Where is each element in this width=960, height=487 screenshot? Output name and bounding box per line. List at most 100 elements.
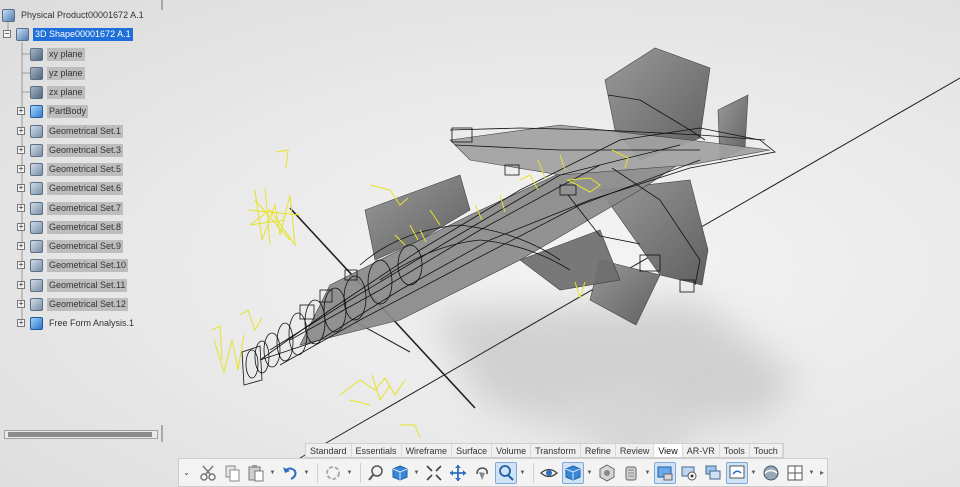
copy-icon[interactable] — [221, 462, 243, 484]
layout-icon[interactable] — [784, 462, 806, 484]
chevron-down-icon[interactable]: ▼ — [413, 470, 420, 476]
tree-node-geometrical-set[interactable]: + Geometrical Set.12 — [17, 296, 129, 312]
chevron-down-icon[interactable]: ▼ — [303, 470, 310, 476]
cut-icon[interactable] — [197, 462, 219, 484]
tab-view[interactable]: View — [654, 444, 683, 457]
tree-node-geometrical-set[interactable]: + Geometrical Set.8 — [17, 219, 124, 235]
render-style-icon[interactable] — [596, 462, 618, 484]
tab-wireframe[interactable]: Wireframe — [402, 444, 453, 457]
tab-refine[interactable]: Refine — [581, 444, 616, 457]
fit-all-icon[interactable] — [365, 462, 387, 484]
undo-icon[interactable] — [279, 462, 301, 484]
tree-node-free-form-analysis[interactable]: + Free Form Analysis.1 — [17, 315, 136, 331]
tab-review[interactable]: Review — [616, 444, 655, 457]
tree-node-partbody[interactable]: + PartBody — [17, 103, 89, 119]
panel-divider — [161, 0, 163, 10]
collapse-toggle[interactable]: − — [3, 30, 11, 38]
tab-standard[interactable]: Standard — [306, 444, 352, 457]
geometrical-set-icon — [30, 181, 43, 195]
tab-transform[interactable]: Transform — [531, 444, 581, 457]
expand-toggle[interactable]: + — [17, 319, 25, 327]
more-tools-icon[interactable]: ▸ — [820, 468, 824, 477]
rotate-icon[interactable] — [471, 462, 493, 484]
panel-divider — [161, 425, 163, 442]
expand-toggle[interactable]: + — [17, 261, 25, 269]
expand-toggle[interactable]: + — [17, 184, 25, 192]
multi-view-icon[interactable] — [702, 462, 724, 484]
chevron-down-icon[interactable]: ▼ — [808, 470, 815, 476]
expand-toggle[interactable]: + — [17, 223, 25, 231]
swap-visible-icon[interactable] — [654, 461, 676, 484]
expand-toggle[interactable]: + — [17, 204, 25, 212]
action-bar-toolbar: ⌄ ▼ ▼ ▼ ▼ ▼ ▼ ▼ ▼ ▼ ▸ — [178, 458, 828, 487]
reframe-icon[interactable] — [760, 462, 782, 484]
tab-ar-vr[interactable]: AR-VR — [683, 444, 720, 457]
tree-node-label: Geometrical Set.10 — [47, 258, 129, 272]
tree-node-geometrical-set[interactable]: + Geometrical Set.3 — [17, 142, 124, 158]
tree-node-label: PartBody — [47, 104, 89, 118]
expand-toggle[interactable]: + — [17, 300, 25, 308]
look-at-icon[interactable] — [538, 462, 560, 484]
tree-node-geometrical-set[interactable]: + Geometrical Set.5 — [17, 161, 124, 177]
tree-node-geometrical-set[interactable]: + Geometrical Set.9 — [17, 238, 124, 254]
update-icon[interactable] — [322, 462, 344, 484]
tree-node-zx-plane[interactable]: zx plane — [30, 84, 85, 100]
zoom-icon[interactable] — [495, 461, 517, 484]
tree-node-xy-plane[interactable]: xy plane — [30, 46, 85, 62]
hide-show-icon[interactable] — [620, 462, 642, 484]
tab-surface[interactable]: Surface — [452, 444, 493, 457]
tab-tools[interactable]: Tools — [720, 444, 750, 457]
tree-node-3d-shape[interactable]: − 3D Shape00001672 A.1 — [3, 26, 133, 42]
specification-tree: Physical Product00001672 A.1 − 3D Shape0… — [0, 0, 165, 345]
collapse-toolbar-icon[interactable]: ⌄ — [182, 468, 191, 477]
pan-icon[interactable] — [447, 462, 469, 484]
tree-node-physical-product[interactable]: Physical Product00001672 A.1 — [2, 7, 146, 23]
geometrical-set-icon — [30, 162, 43, 176]
capture-icon[interactable] — [678, 462, 700, 484]
expand-toggle[interactable]: + — [17, 107, 25, 115]
expand-toggle[interactable]: + — [17, 146, 25, 154]
tree-node-geometrical-set[interactable]: + Geometrical Set.10 — [17, 257, 129, 273]
expand-toggle[interactable]: + — [17, 281, 25, 289]
chevron-down-icon[interactable]: ▼ — [586, 470, 593, 476]
chevron-down-icon[interactable]: ▼ — [750, 470, 757, 476]
plane-icon — [30, 66, 43, 80]
separator — [360, 462, 361, 483]
view-cube-icon[interactable] — [389, 462, 411, 484]
expand-toggle[interactable]: + — [17, 165, 25, 173]
tree-node-label: Geometrical Set.12 — [47, 297, 129, 311]
chevron-down-icon[interactable]: ▼ — [269, 470, 276, 476]
tree-node-geometrical-set[interactable]: + Geometrical Set.7 — [17, 200, 124, 216]
tree-node-label: xy plane — [47, 47, 85, 61]
zoom-area-icon[interactable] — [423, 462, 445, 484]
tree-node-geometrical-set[interactable]: + Geometrical Set.11 — [17, 277, 128, 293]
geometrical-set-icon — [30, 201, 43, 215]
chevron-down-icon[interactable]: ▼ — [346, 470, 353, 476]
tab-essentials[interactable]: Essentials — [352, 444, 402, 457]
chevron-down-icon[interactable]: ▼ — [519, 470, 526, 476]
expand-toggle[interactable]: + — [17, 127, 25, 135]
geometrical-set-icon — [30, 278, 43, 292]
separator — [317, 462, 318, 483]
tree-node-geometrical-set[interactable]: + Geometrical Set.1 — [17, 123, 124, 139]
chevron-down-icon[interactable]: ▼ — [644, 470, 651, 476]
scrollbar-thumb[interactable] — [8, 432, 152, 437]
geometrical-set-icon — [30, 258, 43, 272]
plane-icon — [30, 47, 43, 61]
plane-icon — [30, 85, 43, 99]
paste-icon[interactable] — [245, 462, 267, 484]
tree-node-label: Geometrical Set.5 — [47, 162, 124, 176]
expand-toggle[interactable]: + — [17, 242, 25, 250]
tab-touch[interactable]: Touch — [750, 444, 783, 457]
tree-node-yz-plane[interactable]: yz plane — [30, 65, 85, 81]
separator — [533, 462, 534, 483]
geometrical-set-icon — [30, 124, 43, 138]
tree-node-label: Free Form Analysis.1 — [49, 317, 135, 328]
tree-horizontal-scrollbar[interactable] — [4, 430, 158, 439]
shading-icon[interactable] — [562, 461, 584, 484]
tab-volume[interactable]: Volume — [492, 444, 532, 457]
geometrical-set-icon — [30, 297, 43, 311]
sync-icon[interactable] — [726, 461, 748, 484]
tree-node-geometrical-set[interactable]: + Geometrical Set.6 — [17, 180, 124, 196]
product-icon — [2, 8, 15, 22]
